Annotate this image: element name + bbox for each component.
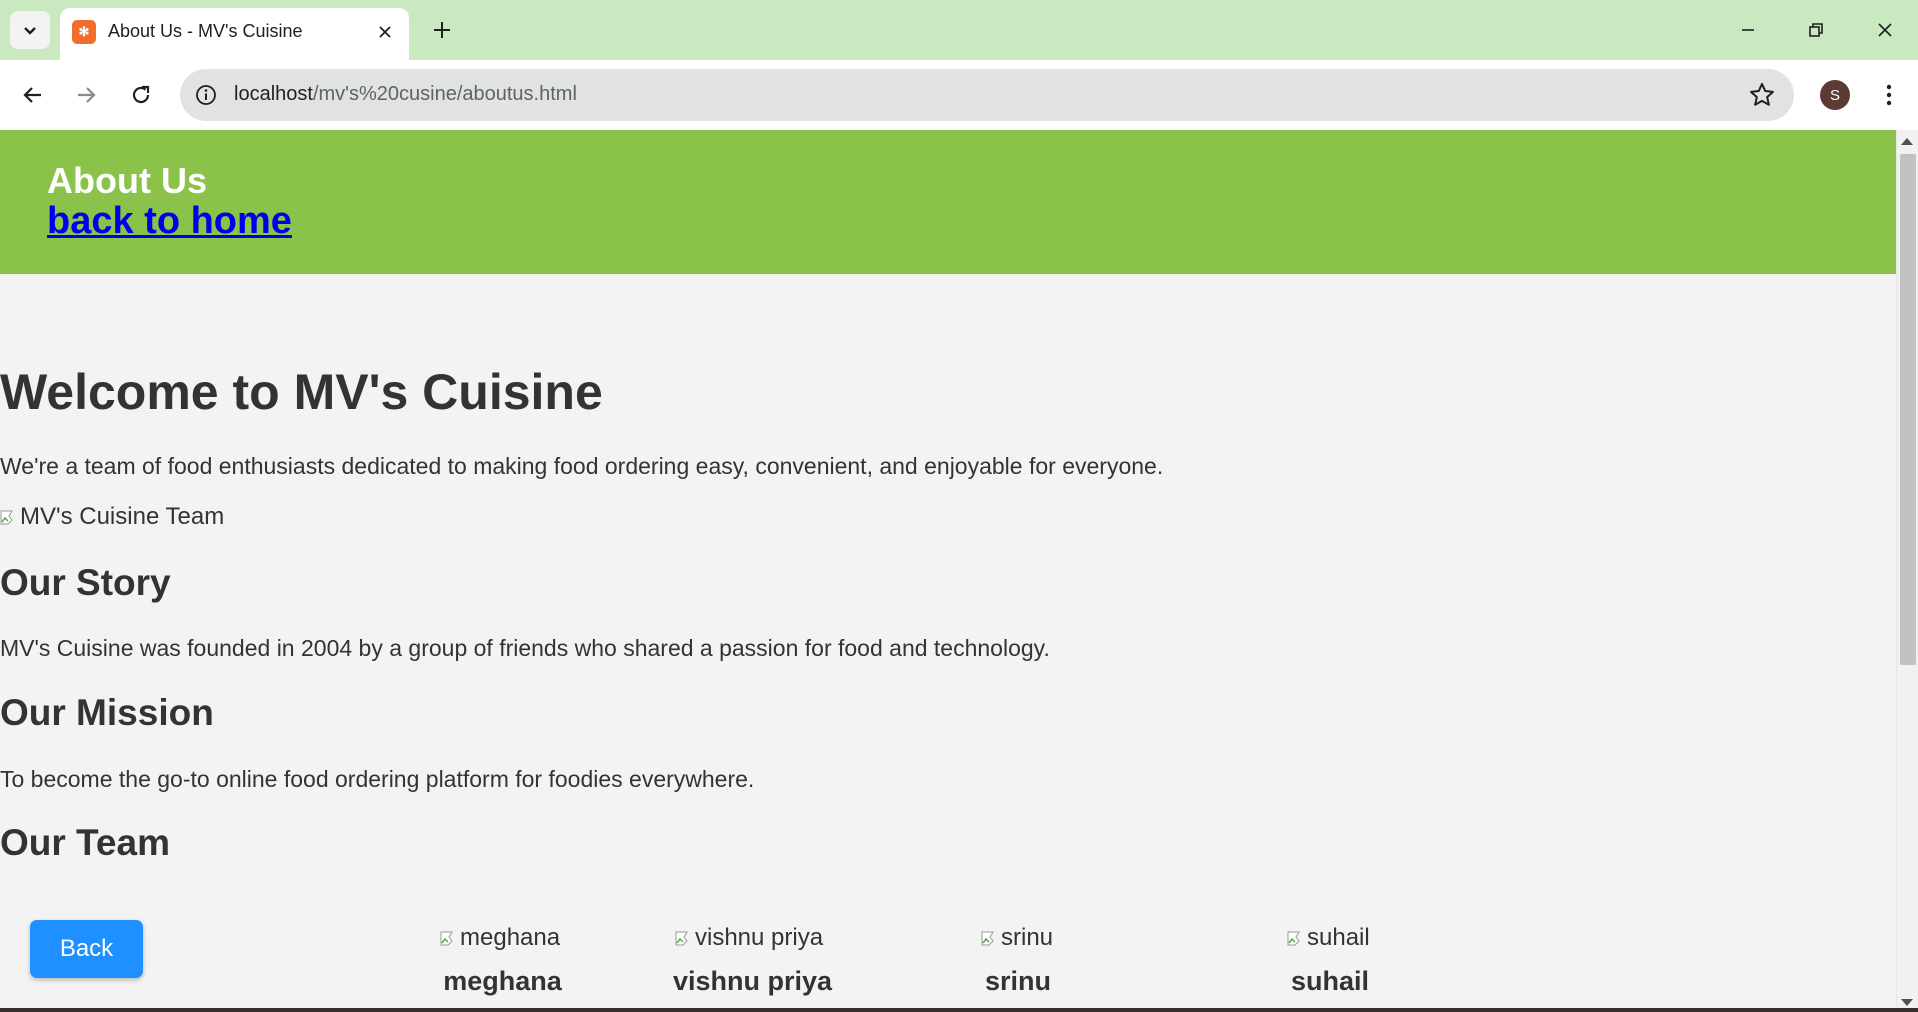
team-image-alt: MV's Cuisine Team bbox=[20, 503, 225, 530]
browser-menu-button[interactable] bbox=[1874, 80, 1904, 110]
more-vert-icon bbox=[1886, 84, 1892, 106]
mission-text: To become the go-to online food ordering… bbox=[0, 766, 755, 792]
plus-icon bbox=[434, 22, 450, 38]
team-member-photo: meghana bbox=[440, 924, 565, 952]
minimize-button[interactable] bbox=[1718, 10, 1778, 50]
reload-icon bbox=[132, 85, 150, 104]
welcome-heading: Welcome to MV's Cuisine bbox=[0, 364, 603, 420]
team-member-photo: suhail bbox=[1287, 924, 1373, 952]
tab-title: About Us - MV's Cuisine bbox=[108, 21, 303, 41]
back-button[interactable]: Back bbox=[30, 920, 143, 978]
scroll-down-arrow-icon[interactable] bbox=[1901, 999, 1913, 1006]
info-icon[interactable] bbox=[194, 83, 218, 107]
address-bar[interactable]: localhost/mv's%20cusine/aboutus.html bbox=[180, 69, 1794, 121]
page-content: About Us back to home Welcome to MV's Cu… bbox=[0, 130, 1896, 1012]
tab-search-button[interactable] bbox=[10, 11, 50, 49]
team-member-photo-alt: suhail bbox=[1307, 924, 1370, 951]
close-icon bbox=[379, 26, 391, 38]
team-member-photo-alt: vishnu priya bbox=[695, 924, 824, 951]
broken-image-icon bbox=[440, 931, 453, 946]
new-tab-button[interactable] bbox=[424, 12, 460, 48]
tab-close-button[interactable] bbox=[371, 18, 399, 46]
team-image: MV's Cuisine Team bbox=[0, 503, 224, 531]
story-heading: Our Story bbox=[0, 562, 171, 603]
back-nav-button[interactable] bbox=[13, 75, 53, 115]
arrow-left-icon bbox=[23, 87, 41, 103]
broken-image-icon bbox=[0, 510, 13, 525]
back-to-home-link[interactable]: back to home bbox=[47, 200, 292, 243]
team-member-photo: vishnu priya bbox=[675, 924, 830, 952]
story-text: MV's Cuisine was founded in 2004 by a gr… bbox=[0, 635, 1050, 661]
broken-image-icon bbox=[675, 931, 688, 946]
profile-avatar[interactable]: S bbox=[1820, 80, 1850, 110]
team-member-name: meghana bbox=[443, 966, 562, 996]
team-member-photo: srinu bbox=[981, 924, 1057, 952]
site-favicon-icon: ✻ bbox=[72, 20, 96, 44]
broken-image-icon bbox=[1287, 931, 1300, 946]
browser-tab[interactable]: ✻ About Us - MV's Cuisine bbox=[60, 8, 409, 60]
tab-strip: ✻ About Us - MV's Cuisine bbox=[0, 0, 1918, 60]
intro-text: We're a team of food enthusiasts dedicat… bbox=[0, 453, 1164, 479]
restore-icon bbox=[1809, 23, 1823, 37]
forward-nav-button[interactable] bbox=[66, 75, 106, 115]
scroll-up-arrow-icon[interactable] bbox=[1901, 138, 1913, 145]
team-member-photo-alt: srinu bbox=[1001, 924, 1054, 951]
reload-button[interactable] bbox=[121, 75, 161, 115]
team-member-photo-alt: meghana bbox=[460, 924, 561, 951]
restore-button[interactable] bbox=[1786, 10, 1846, 50]
team-member-name: vishnu priya bbox=[672, 966, 833, 996]
url-path: /mv's%20cusine/aboutus.html bbox=[312, 83, 577, 105]
team-member-name: suhail bbox=[1290, 966, 1370, 996]
window-bottom-edge bbox=[0, 1008, 1918, 1012]
scroll-thumb[interactable] bbox=[1900, 154, 1916, 665]
arrow-right-icon bbox=[78, 87, 96, 103]
mission-heading: Our Mission bbox=[0, 692, 214, 733]
close-window-button[interactable] bbox=[1855, 10, 1915, 50]
browser-toolbar: localhost/mv's%20cusine/aboutus.html S bbox=[0, 60, 1918, 130]
broken-image-icon bbox=[981, 931, 994, 946]
bookmark-star-icon[interactable] bbox=[1748, 81, 1776, 109]
page-header: About Us back to home bbox=[0, 130, 1896, 274]
team-heading: Our Team bbox=[0, 822, 170, 863]
team-member-name: srinu bbox=[984, 966, 1051, 996]
header-title: About Us bbox=[47, 160, 207, 201]
page-scrollbar[interactable] bbox=[1896, 130, 1918, 1012]
url-text[interactable]: localhost/mv's%20cusine/aboutus.html bbox=[234, 83, 577, 106]
url-host: localhost bbox=[234, 83, 313, 105]
chevron-down-icon bbox=[24, 27, 36, 35]
minimize-icon bbox=[1742, 29, 1754, 31]
close-icon bbox=[1878, 23, 1892, 37]
